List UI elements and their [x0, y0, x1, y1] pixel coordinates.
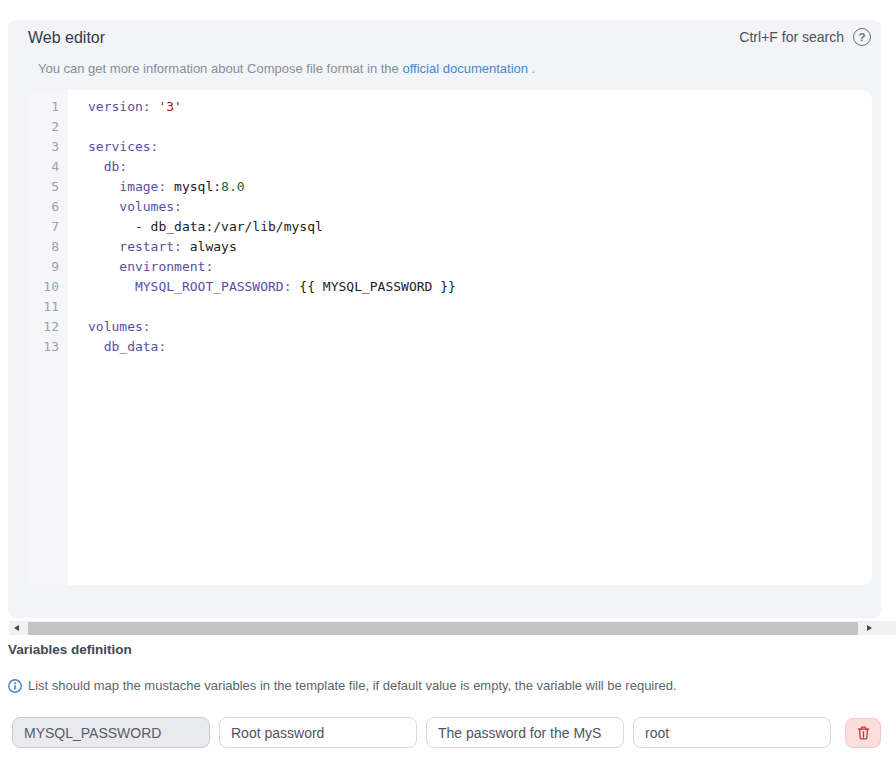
- line-number: 2: [28, 117, 68, 137]
- web-editor-panel: Web editor Ctrl+F for search ? You can g…: [8, 20, 881, 618]
- variable-name-input[interactable]: [12, 717, 210, 748]
- line-number: 7: [28, 217, 68, 237]
- code-line[interactable]: db:: [88, 157, 872, 177]
- line-number: 5: [28, 177, 68, 197]
- variables-definition-heading: Variables definition: [8, 642, 132, 657]
- code-editor[interactable]: 12345678910111213 version: '3'services: …: [28, 90, 872, 585]
- editor-subtitle: You can get more information about Compo…: [38, 61, 535, 76]
- line-number-gutter: 12345678910111213: [28, 90, 68, 585]
- code-line[interactable]: - db_data:/var/lib/mysql: [88, 217, 872, 237]
- horizontal-scrollbar[interactable]: [9, 621, 896, 635]
- code-area[interactable]: version: '3' services: db: image: mysql:8…: [68, 90, 872, 585]
- scroll-right-arrow-icon[interactable]: [867, 625, 872, 631]
- code-line[interactable]: [88, 117, 872, 137]
- line-number: 9: [28, 257, 68, 277]
- search-hint-text: Ctrl+F for search: [739, 29, 844, 45]
- code-line[interactable]: services:: [88, 137, 872, 157]
- code-line[interactable]: version: '3': [88, 97, 872, 117]
- delete-variable-button[interactable]: [845, 718, 881, 748]
- variables-info-row: List should map the mustache variables i…: [8, 678, 677, 693]
- code-line[interactable]: MYSQL_ROOT_PASSWORD: {{ MYSQL_PASSWORD }…: [88, 277, 872, 297]
- line-number: 8: [28, 237, 68, 257]
- help-icon[interactable]: ?: [853, 28, 871, 46]
- variables-info-text: List should map the mustache variables i…: [28, 678, 677, 693]
- subtitle-text: You can get more information about Compo…: [38, 61, 399, 76]
- info-icon: [8, 679, 22, 693]
- line-number: 11: [28, 297, 68, 317]
- code-line[interactable]: volumes:: [88, 197, 872, 217]
- line-number: 4: [28, 157, 68, 177]
- code-line[interactable]: image: mysql:8.0: [88, 177, 872, 197]
- scrollbar-thumb[interactable]: [28, 622, 858, 635]
- scroll-left-arrow-icon[interactable]: [14, 625, 19, 631]
- variable-description-input[interactable]: [426, 717, 624, 748]
- line-number: 6: [28, 197, 68, 217]
- subtitle-suffix: .: [532, 61, 536, 76]
- line-number: 3: [28, 137, 68, 157]
- variable-default-input[interactable]: [633, 717, 831, 748]
- line-number: 12: [28, 317, 68, 337]
- line-number: 1: [28, 97, 68, 117]
- panel-title: Web editor: [28, 29, 105, 47]
- variable-label-input[interactable]: [219, 717, 417, 748]
- code-line[interactable]: environment:: [88, 257, 872, 277]
- line-number: 10: [28, 277, 68, 297]
- code-line[interactable]: volumes:: [88, 317, 872, 337]
- documentation-link[interactable]: official documentation: [402, 61, 528, 76]
- code-line[interactable]: db_data:: [88, 337, 872, 357]
- search-hint: Ctrl+F for search ?: [739, 28, 871, 46]
- line-number: 13: [28, 337, 68, 357]
- code-line[interactable]: restart: always: [88, 237, 872, 257]
- code-line[interactable]: [88, 297, 872, 317]
- trash-icon: [857, 726, 870, 740]
